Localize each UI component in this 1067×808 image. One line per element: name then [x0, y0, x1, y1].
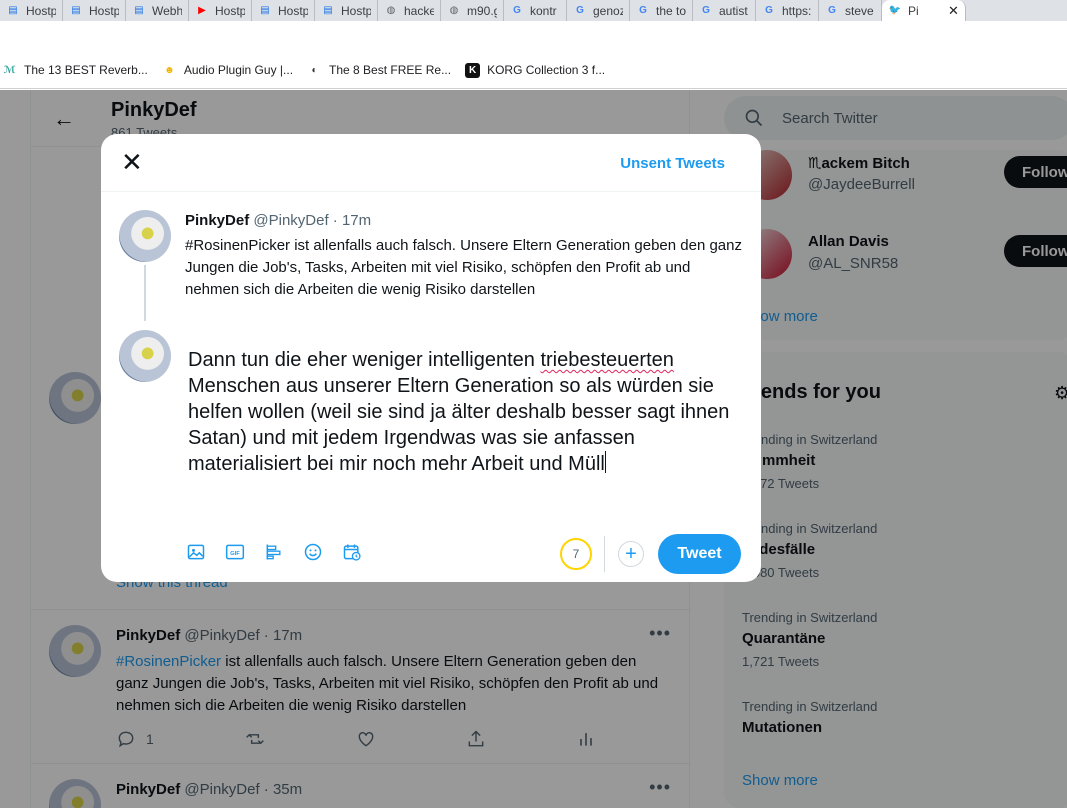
- google-icon: G: [513, 5, 521, 16]
- bookmark-item[interactable]: K KORG Collection 3 f...: [465, 62, 606, 78]
- avatar: [119, 330, 171, 382]
- tab-title: Hostp: [26, 3, 56, 18]
- google-icon: G: [828, 5, 836, 16]
- draft-text-part: Menschen aus unserer Eltern Generation s…: [188, 375, 730, 475]
- browser-tab[interactable]: 🐦 Pi ✕: [882, 0, 966, 21]
- svg-text:GIF: GIF: [230, 551, 240, 557]
- waves-icon: ℳ: [3, 64, 16, 76]
- browser-tab[interactable]: ▤ Webh: [126, 0, 189, 21]
- tab-title: autist: [719, 3, 748, 18]
- twitter-icon: 🐦: [888, 5, 902, 16]
- browser-tab[interactable]: ▤ Hostp: [63, 0, 126, 21]
- bookmark-label: The 8 Best FREE Re...: [329, 63, 452, 77]
- thread-tweet-header: PinkyDef @PinkyDef · 17m: [185, 212, 371, 229]
- tab-title: https:: [782, 3, 812, 18]
- tweet-time: · 17m: [332, 212, 372, 229]
- tweet-author-name: PinkyDef: [185, 212, 250, 229]
- browser-tab[interactable]: Gsteve: [819, 0, 882, 21]
- browser-tab[interactable]: ▤ Hostp: [0, 0, 63, 21]
- browser-tab[interactable]: Gautist: [693, 0, 756, 21]
- tab-title: Pi: [908, 3, 919, 18]
- globe-icon: ◍: [449, 5, 459, 16]
- emoji-icon[interactable]: [302, 541, 324, 563]
- bookmark-label: The 13 BEST Reverb...: [24, 63, 148, 77]
- tab-title: Hostp: [341, 3, 371, 18]
- tab-title: Hostp: [89, 3, 119, 18]
- browser-tab[interactable]: Gthe to: [630, 0, 693, 21]
- tweet-author-handle: @PinkyDef: [253, 212, 329, 229]
- bookmark-item[interactable]: ℳ The 13 BEST Reverb...: [2, 63, 148, 78]
- google-icon: G: [765, 5, 773, 16]
- bookmark-item[interactable]: ☻ Audio Plugin Guy |...: [162, 63, 293, 78]
- bookmarks-bar: ℳ The 13 BEST Reverb... ☻ Audio Plugin Guy …: [0, 52, 1067, 89]
- bookmark-label: KORG Collection 3 f...: [487, 63, 606, 77]
- schedule-icon[interactable]: [341, 541, 363, 563]
- close-icon[interactable]: ✕: [121, 149, 143, 175]
- add-tweet-plus-icon[interactable]: +: [618, 541, 644, 567]
- browser-tab[interactable]: ◍ m90.g: [441, 0, 504, 21]
- spellcheck-underlined-word: triebesteuerten: [540, 349, 674, 371]
- google-icon: G: [639, 5, 647, 16]
- divider: [604, 536, 605, 572]
- document-icon: ▤: [134, 5, 144, 16]
- modal-header: ✕ Unsent Tweets: [101, 134, 761, 192]
- compose-toolbar: GIF: [185, 541, 363, 563]
- thread-connector: [144, 265, 146, 321]
- browser-tab[interactable]: ◍ hacke: [378, 0, 441, 21]
- korg-icon: K: [465, 62, 481, 78]
- globe-icon: ◍: [386, 5, 396, 16]
- poll-icon[interactable]: [263, 541, 285, 563]
- browser-tab[interactable]: ▤ Hostp: [315, 0, 378, 21]
- compose-thread-modal: ✕ Unsent Tweets PinkyDef @PinkyDef · 17m…: [101, 134, 761, 582]
- browser-tab-bar: ▤ Hostp ▤ Hostp ▤ Webh ▶ Hostp ▤ Hostp ▤ Hostp ◍ hack…: [0, 0, 1067, 21]
- tab-title: hacke: [404, 3, 434, 18]
- face-icon: ☻: [164, 64, 175, 76]
- tab-title: m90.g: [467, 3, 497, 18]
- moon-icon: ◐: [311, 64, 318, 76]
- document-icon: ▤: [323, 5, 333, 16]
- browser-tab[interactable]: Gkontr: [504, 0, 567, 21]
- text-caret: [604, 451, 606, 473]
- gif-icon[interactable]: GIF: [224, 541, 246, 563]
- tab-title: Hostp: [278, 3, 308, 18]
- thread-tweet-text[interactable]: #RosinenPicker ist allenfalls auch falsc…: [185, 235, 745, 301]
- character-counter: 7: [560, 538, 592, 570]
- bookmark-label: Audio Plugin Guy |...: [183, 63, 294, 77]
- browser-toolbar: [0, 21, 1067, 52]
- close-tab-icon[interactable]: ✕: [948, 3, 959, 19]
- tab-title: genoz: [593, 3, 623, 18]
- document-icon: ▤: [71, 5, 81, 16]
- google-icon: G: [576, 5, 584, 16]
- tweet-compose-textarea[interactable]: Dann tun die eher weniger intelligenten …: [188, 347, 738, 477]
- avatar: [119, 210, 171, 262]
- unsent-tweets-link[interactable]: Unsent Tweets: [620, 155, 725, 172]
- browser-tab[interactable]: ▤ Hostp: [252, 0, 315, 21]
- tab-title: kontr: [530, 3, 557, 18]
- tab-title: Webh: [152, 3, 182, 18]
- browser-tab[interactable]: Ghttps:: [756, 0, 819, 21]
- youtube-icon: ▶: [198, 5, 206, 16]
- document-icon: ▤: [8, 5, 18, 16]
- browser-tab[interactable]: ▶ Hostp: [189, 0, 252, 21]
- tab-title: the to: [656, 3, 686, 18]
- tab-title: steve: [845, 3, 874, 18]
- tweet-button[interactable]: Tweet: [658, 534, 741, 574]
- image-icon[interactable]: [185, 541, 207, 563]
- document-icon: ▤: [260, 5, 270, 16]
- draft-text-part: Dann tun die eher weniger intelligenten: [188, 349, 541, 371]
- tab-title: Hostp: [215, 3, 245, 18]
- browser-tab[interactable]: Ggenoz: [567, 0, 630, 21]
- google-icon: G: [702, 5, 710, 16]
- bookmark-item[interactable]: ◐ The 8 Best FREE Re...: [307, 63, 452, 78]
